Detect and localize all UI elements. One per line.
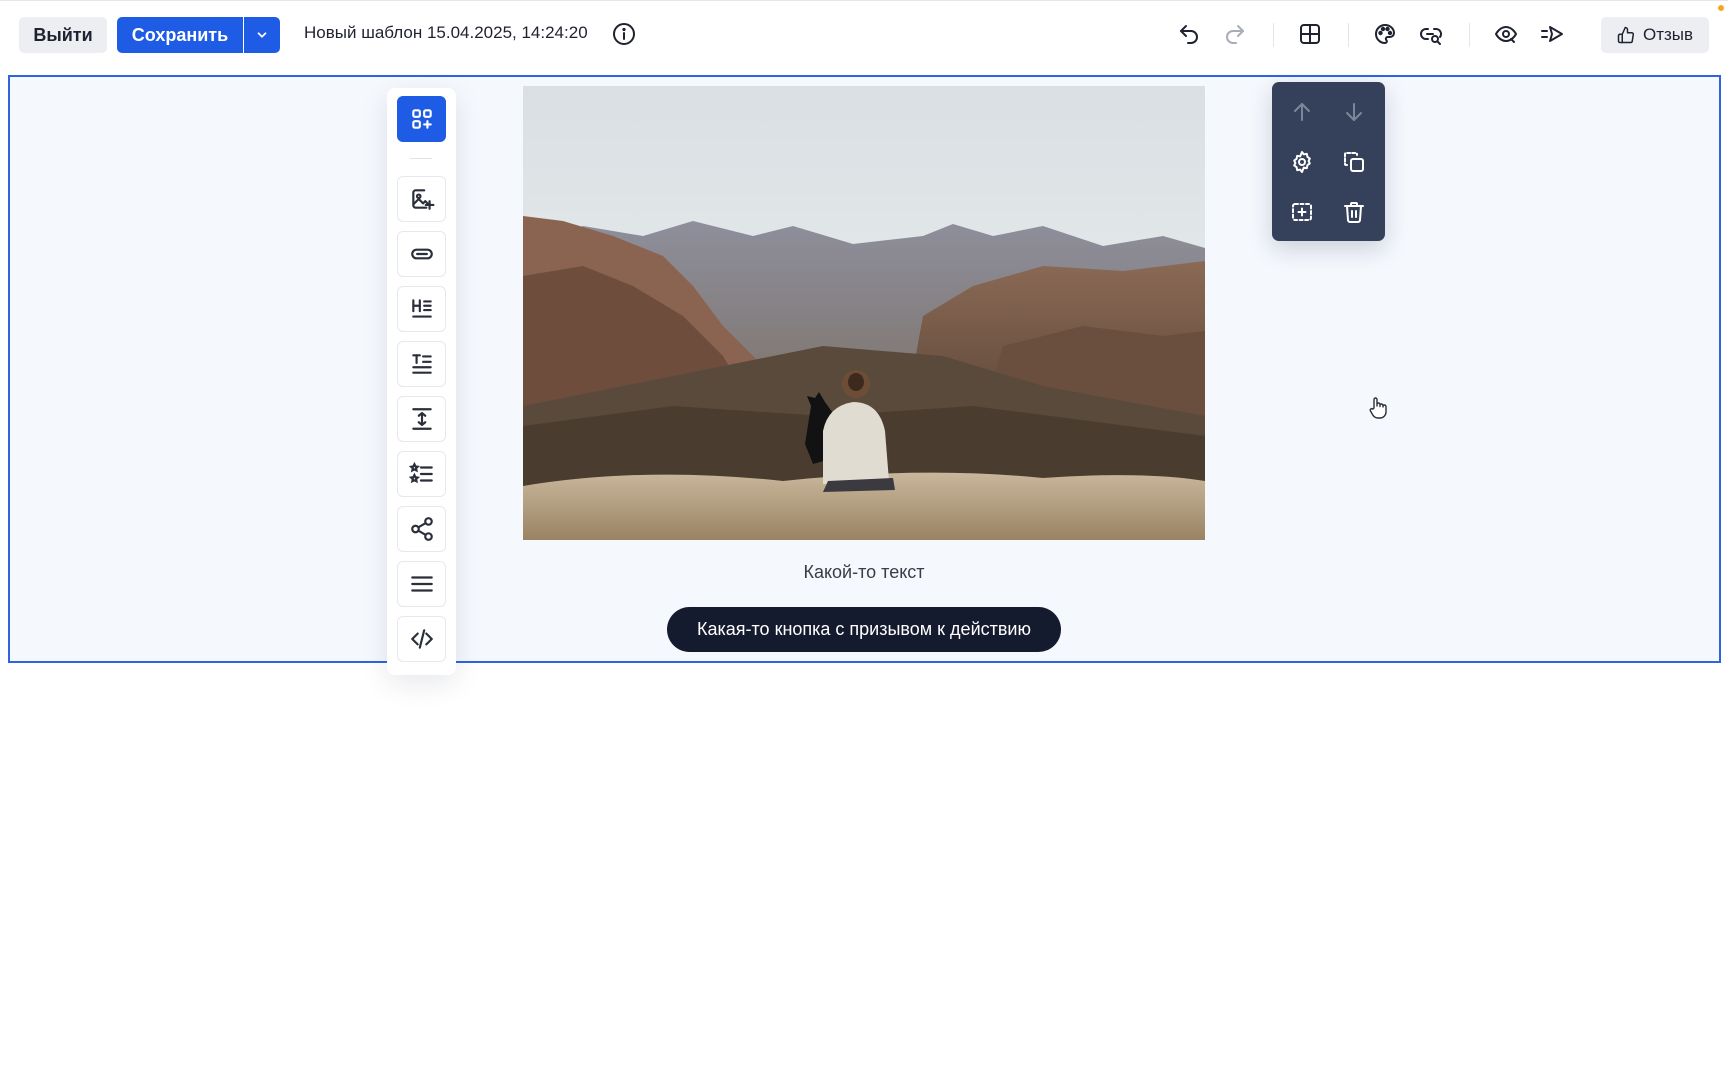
tool-list[interactable] — [397, 451, 446, 497]
delete-icon — [1344, 202, 1364, 223]
links-check-button[interactable] — [1414, 17, 1448, 51]
tool-image[interactable] — [397, 176, 446, 222]
theme-button[interactable] — [1368, 17, 1402, 51]
preview-eye-icon — [1495, 26, 1517, 43]
move-up-icon — [1294, 103, 1310, 121]
block-settings-button[interactable] — [1284, 144, 1320, 180]
chevron-down-icon — [257, 32, 267, 38]
spacer-icon — [411, 408, 432, 430]
move-down-button[interactable] — [1336, 94, 1372, 130]
tool-social[interactable] — [397, 506, 446, 552]
send-test-button[interactable] — [1535, 17, 1569, 51]
toolbar-divider — [1348, 23, 1349, 47]
heading-icon — [411, 299, 432, 318]
tool-add-block[interactable] — [397, 96, 446, 142]
redo-icon — [1226, 25, 1244, 44]
info-button[interactable] — [607, 17, 641, 51]
tools-divider — [410, 158, 432, 159]
blocks-toolbar — [387, 88, 456, 675]
canyon-photo — [523, 86, 1205, 540]
tool-spacer[interactable] — [397, 396, 446, 442]
layout-grid-icon — [1300, 24, 1320, 44]
send-test-icon — [1541, 26, 1563, 42]
palette-icon — [1375, 24, 1395, 44]
exit-button[interactable]: Выйти — [19, 17, 107, 53]
add-inside-button[interactable] — [1284, 194, 1320, 230]
tool-html[interactable] — [397, 616, 446, 662]
undo-icon — [1180, 25, 1198, 44]
info-icon — [613, 23, 635, 45]
notification-dot — [1718, 5, 1724, 11]
top-toolbar: Выйти Сохранить Новый шаблон 15.04.2025,… — [0, 0, 1728, 68]
add-inside-icon — [1292, 203, 1312, 221]
redo-button[interactable] — [1218, 17, 1252, 51]
save-options-button[interactable] — [244, 17, 280, 53]
menu-icon — [410, 576, 433, 592]
social-share-icon — [410, 517, 433, 541]
toolbar-divider — [1273, 23, 1274, 47]
thumbs-up-icon — [1617, 26, 1634, 44]
save-button[interactable]: Сохранить — [117, 17, 243, 53]
image-add-icon — [411, 189, 434, 210]
move-up-button[interactable] — [1284, 94, 1320, 130]
tool-menu[interactable] — [397, 561, 446, 607]
add-block-icon — [411, 109, 432, 129]
hand-cursor-icon — [1369, 397, 1387, 419]
settings-icon — [1293, 151, 1311, 173]
toolbar-divider — [1469, 23, 1470, 47]
text-block[interactable]: Какой-то текст — [523, 562, 1205, 583]
block-actions-panel — [1272, 82, 1385, 241]
cta-button[interactable]: Какая-то кнопка с призывом к действию — [667, 607, 1061, 652]
delete-button[interactable] — [1336, 194, 1372, 230]
document-title[interactable]: Новый шаблон 15.04.2025, 14:24:20 — [304, 23, 588, 43]
feedback-label: Отзыв — [1642, 25, 1694, 44]
text-icon — [411, 354, 432, 374]
duplicate-button[interactable] — [1336, 144, 1372, 180]
undo-button[interactable] — [1172, 17, 1206, 51]
tool-text[interactable] — [397, 341, 446, 387]
layout-button[interactable] — [1293, 17, 1327, 51]
feedback-button[interactable]: Отзыв — [1601, 17, 1709, 53]
list-icon — [408, 461, 433, 484]
code-icon — [410, 629, 433, 649]
tool-heading[interactable] — [397, 286, 446, 332]
duplicate-icon — [1344, 152, 1364, 172]
preview-button[interactable] — [1489, 17, 1523, 51]
move-down-icon — [1346, 103, 1362, 121]
tool-button[interactable] — [397, 231, 446, 277]
link-search-icon — [1420, 28, 1442, 45]
hero-image[interactable] — [523, 86, 1205, 540]
button-icon — [410, 248, 433, 260]
